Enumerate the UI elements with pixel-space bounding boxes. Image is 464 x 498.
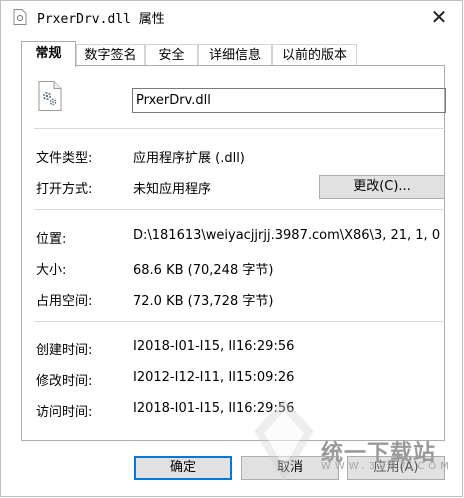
close-icon: ✕ (430, 5, 448, 29)
size-on-disk-value: 72.0 KB (73,728 字节) (133, 294, 274, 309)
open-with-label: 打开方式: (36, 182, 93, 197)
divider (34, 321, 445, 322)
window-title-suffix: 属性 (138, 12, 165, 27)
ok-button[interactable]: 确定 (134, 456, 232, 480)
tab-digital-signatures[interactable]: 数字签名 (76, 44, 145, 65)
size-value: 68.6 KB (70,248 字节) (133, 263, 274, 278)
properties-window: PrxerDrv.dll 属性 ✕ 常规 数字签名 安全 详细信息 以前的版本 … (0, 0, 463, 497)
file-type-label: 文件类型: (36, 151, 93, 166)
watermark-subtext: WWW.3987.COM (321, 461, 453, 472)
file-type-value: 应用程序扩展 (.dll) (133, 151, 245, 166)
dll-gear-file-icon (38, 81, 62, 111)
tab-details[interactable]: 详细信息 (198, 44, 272, 65)
window-title: PrxerDrv.dll 属性 (37, 8, 165, 27)
title-bar: PrxerDrv.dll 属性 ✕ (1, 1, 462, 33)
accessed-label: 访问时间: (36, 405, 93, 420)
created-label: 创建时间: (36, 343, 93, 358)
file-name-input[interactable]: PrxerDrv.dll (132, 88, 446, 113)
created-value: I2018-I01-I15, II16:29:56 (133, 339, 295, 354)
divider (34, 128, 445, 129)
tab-general[interactable]: 常规 (21, 41, 76, 67)
location-value: D:\181613\weiyacjjrjj.3987.com\X86\3, 21… (133, 228, 441, 243)
accessed-value: I2018-I01-I15, II16:29:56 (133, 401, 295, 416)
tab-previous-versions[interactable]: 以前的版本 (272, 44, 357, 65)
change-button[interactable]: 更改(C)... (319, 175, 445, 199)
location-label: 位置: (36, 232, 67, 247)
modified-value: I2012-I12-I11, II15:09:26 (133, 370, 295, 385)
divider (34, 209, 445, 210)
close-button[interactable]: ✕ (416, 1, 462, 33)
tab-security[interactable]: 安全 (145, 44, 198, 65)
size-label: 大小: (36, 263, 67, 278)
window-title-file: PrxerDrv.dll (37, 12, 131, 27)
size-on-disk-label: 占用空间: (36, 294, 93, 309)
open-with-value: 未知应用程序 (133, 182, 212, 197)
modified-label: 修改时间: (36, 374, 93, 389)
dll-file-icon (13, 9, 27, 25)
